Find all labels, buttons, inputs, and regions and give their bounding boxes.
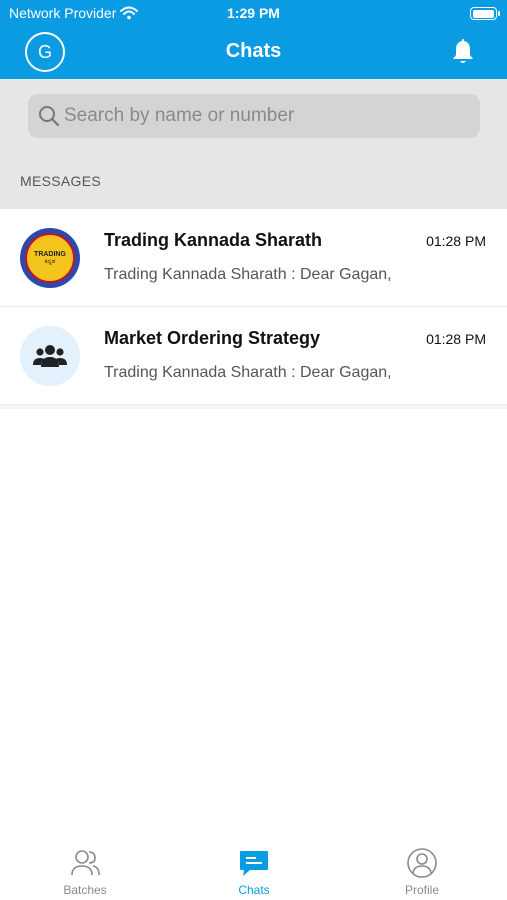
chat-list: TRADING ಕನ್ನಡ Trading Kannada Sharath 01… xyxy=(0,209,507,409)
group-icon xyxy=(33,345,67,367)
status-time: 1:29 PM xyxy=(227,5,280,21)
tab-profile[interactable]: Profile xyxy=(362,847,482,897)
status-bar: Network Provider 1:29 PM xyxy=(0,0,507,28)
search-input[interactable] xyxy=(64,94,469,138)
battery-icon xyxy=(470,7,500,20)
profile-icon xyxy=(407,848,437,878)
chat-time: 01:28 PM xyxy=(426,331,486,347)
notification-bell-icon[interactable] xyxy=(449,38,477,66)
section-label-messages: MESSAGES xyxy=(20,173,101,189)
chat-preview: Trading Kannada Sharath : Dear Gagan, xyxy=(104,364,392,381)
chat-preview: Trading Kannada Sharath : Dear Gagan, xyxy=(104,266,392,283)
chat-item-market-ordering-strategy[interactable]: Market Ordering Strategy 01:28 PM Tradin… xyxy=(0,307,507,405)
tab-chats[interactable]: Chats xyxy=(194,847,314,897)
tab-label: Batches xyxy=(63,883,107,897)
chat-avatar-trading-logo: TRADING ಕನ್ನಡ xyxy=(20,228,80,288)
list-divider xyxy=(0,405,507,409)
tab-label: Profile xyxy=(404,883,439,897)
chat-name: Market Ordering Strategy xyxy=(104,328,321,348)
search-section: MESSAGES xyxy=(0,79,507,209)
batches-icon xyxy=(71,850,100,876)
page-title: Chats xyxy=(225,40,282,62)
chat-avatar-group xyxy=(20,326,80,386)
tab-label: Chats xyxy=(238,883,270,897)
chat-time: 01:28 PM xyxy=(426,233,486,249)
chat-item-trading-kannada-sharath[interactable]: TRADING ಕನ್ನಡ Trading Kannada Sharath 01… xyxy=(0,209,507,307)
logo-text-kannada: ಕನ್ನಡ xyxy=(44,258,56,265)
tab-batches[interactable]: Batches xyxy=(25,847,145,897)
logo-text-trading: TRADING xyxy=(34,250,66,258)
search-bar[interactable] xyxy=(28,94,480,138)
top-bar: Network Provider 1:29 PM G Chats xyxy=(0,0,507,79)
bottom-tab-bar: Batches Chats Profile xyxy=(0,835,507,900)
chat-bubble-icon xyxy=(240,851,268,876)
chat-name: Trading Kannada Sharath xyxy=(104,230,323,250)
search-icon xyxy=(39,106,60,127)
